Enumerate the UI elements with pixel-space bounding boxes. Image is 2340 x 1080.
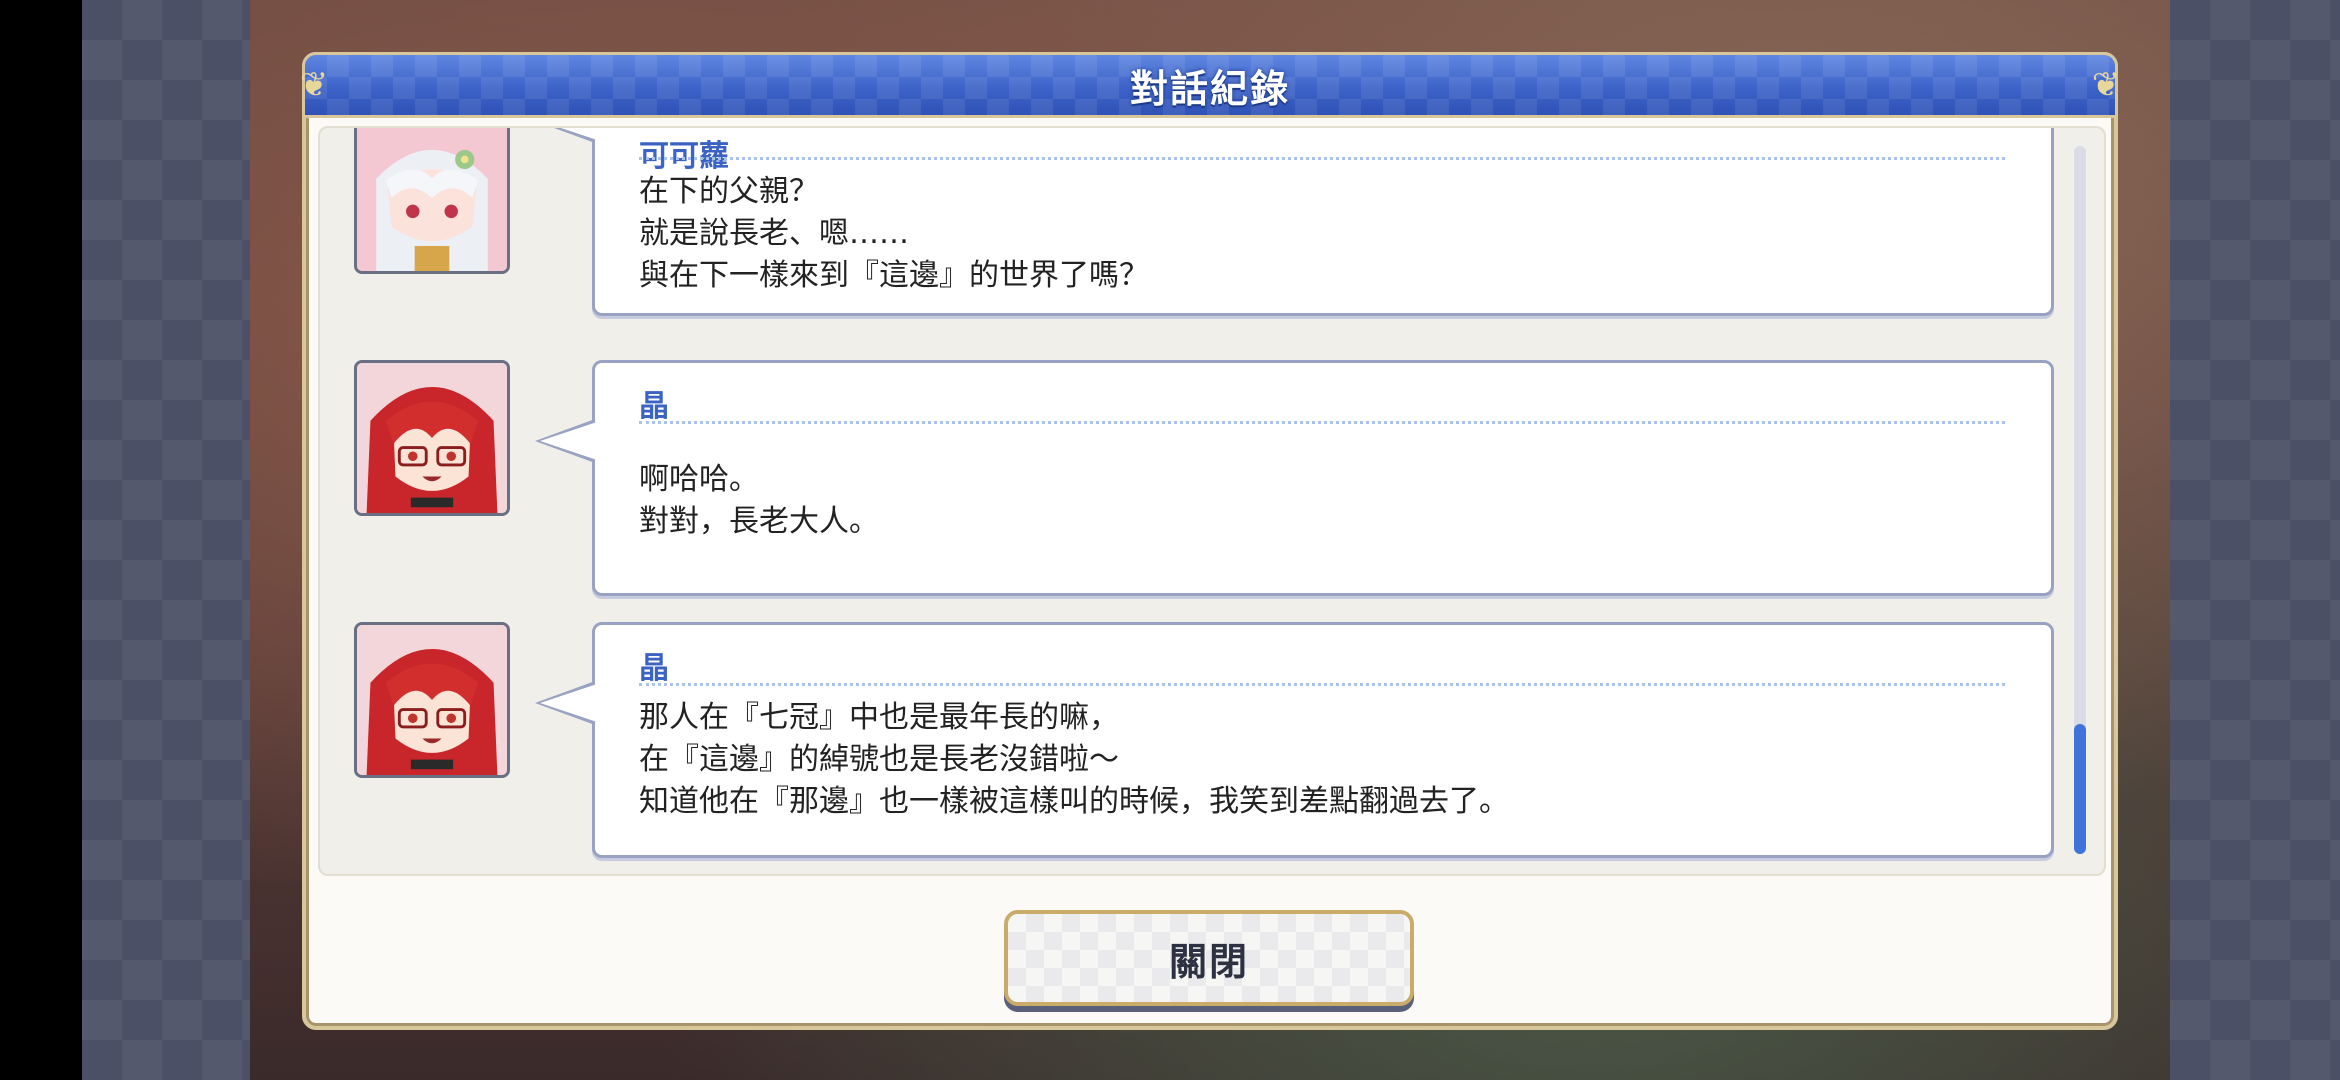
speaker-name: 可可蘿 <box>639 139 729 174</box>
speech-bubble: 晶 啊哈哈。 對對，長老大人。 <box>535 360 2054 596</box>
speech-bubble: 可可蘿 在下的父親？ 就是說長老、嗯…… 與在下一樣來到『這邊』的世界了嗎？ <box>535 128 2054 316</box>
message-text: 啊哈哈。 對對，長老大人。 <box>639 462 879 539</box>
speaker-divider <box>639 683 2005 686</box>
speaker-divider <box>639 421 2005 424</box>
header-ornament-right-icon: ❦ <box>2091 65 2121 105</box>
message-text: 在下的父親？ 就是說長老、嗯…… 與在下一樣來到『這邊』的世界了嗎？ <box>639 174 1149 293</box>
close-button-label: 關閉 <box>1168 939 1249 984</box>
speaker-name: 晶 <box>639 389 669 424</box>
right-pattern-panel <box>2170 0 2340 1080</box>
dialog-title: 對話紀錄 <box>1129 66 1290 111</box>
kokkoro-portrait-icon <box>354 128 510 274</box>
log-entry: 晶 啊哈哈。 對對，長老大人。 <box>320 360 2104 600</box>
log-entry: 晶 那人在『七冠』中也是最年長的嘛， 在『這邊』的綽號也是長老沒錯啦～ 知道他在… <box>320 622 2104 862</box>
close-button[interactable]: 關閉 <box>1004 910 1414 1006</box>
header-ornament-left-icon: ❦ <box>299 65 329 105</box>
speech-bubble: 晶 那人在『七冠』中也是最年長的嘛， 在『這邊』的綽號也是長老沒錯啦～ 知道他在… <box>535 622 2054 858</box>
speaker-divider <box>639 157 2005 160</box>
message-text: 那人在『七冠』中也是最年長的嘛， 在『這邊』的綽號也是長老沒錯啦～ 知道他在『那… <box>639 700 1509 819</box>
left-letterbox <box>0 0 82 1080</box>
log-list[interactable]: 可可蘿 在下的父親？ 就是說長老、嗯…… 與在下一樣來到『這邊』的世界了嗎？ 晶… <box>318 126 2106 876</box>
speaker-name: 晶 <box>639 651 669 686</box>
scrollbar-thumb[interactable] <box>2074 724 2086 854</box>
log-entry: 可可蘿 在下的父親？ 就是說長老、嗯…… 與在下一樣來到『這邊』的世界了嗎？ <box>320 128 2104 320</box>
dialog-header: 對話紀錄 <box>302 52 2118 118</box>
akira-portrait-icon <box>354 622 510 778</box>
left-pattern-panel <box>82 0 250 1080</box>
akira-portrait-icon <box>354 360 510 516</box>
